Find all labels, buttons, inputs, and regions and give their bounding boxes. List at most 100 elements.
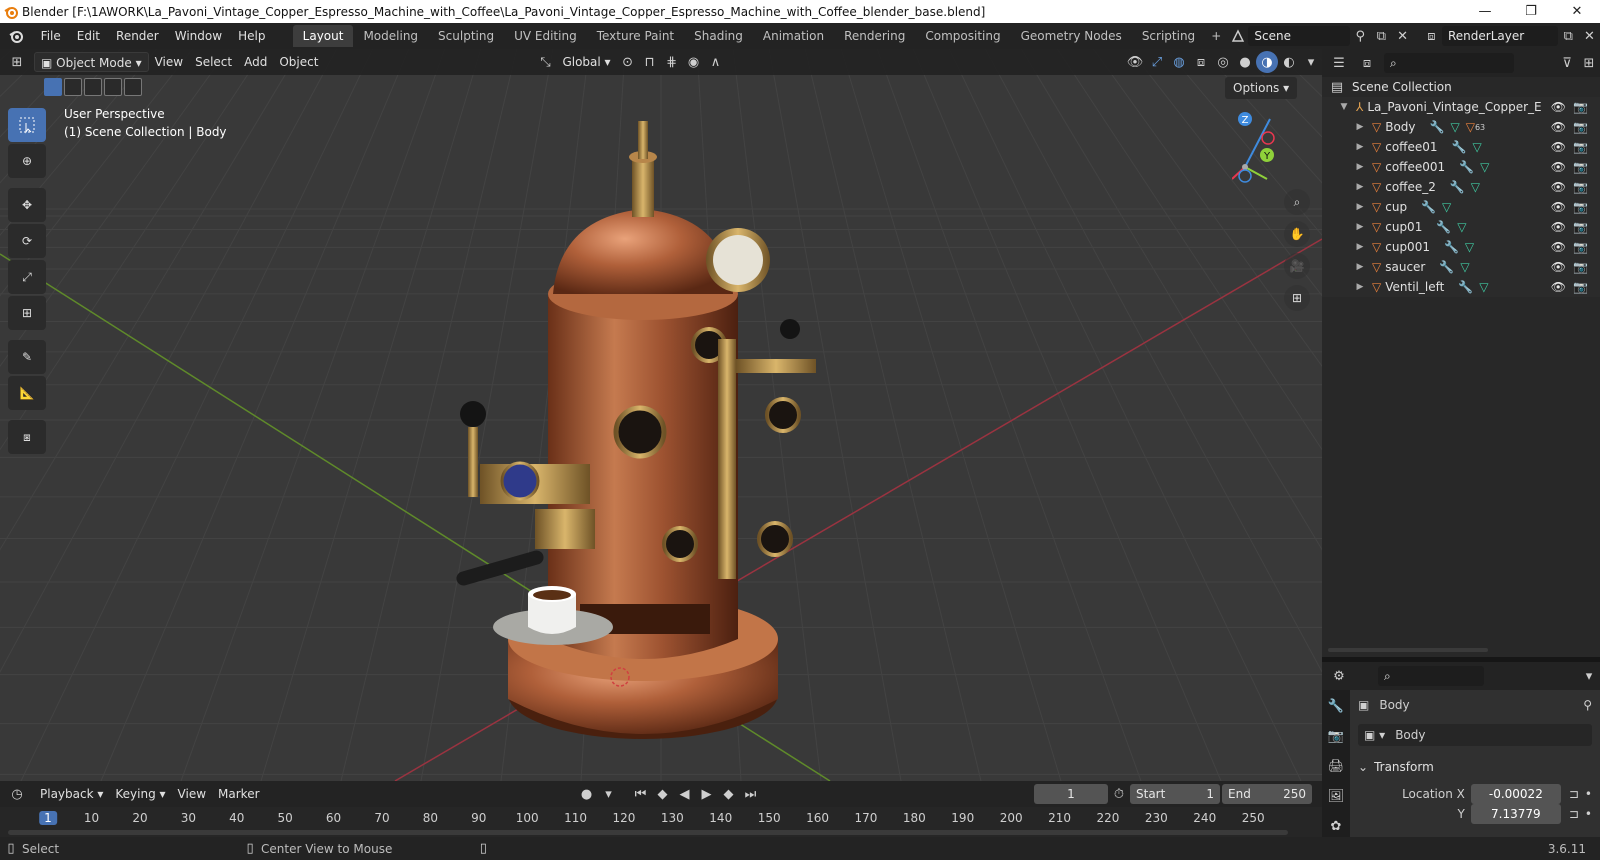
menu-edit[interactable]: Edit <box>69 23 108 49</box>
new-layer-icon[interactable]: ⧉ <box>1558 25 1579 47</box>
close-button[interactable]: ✕ <box>1554 0 1600 23</box>
outliner-item[interactable]: ▶ ▽ Ventil_left 🔧 ▽ 👁 📷 <box>1322 277 1600 297</box>
proportional-edit-icon[interactable]: ◉ <box>683 51 705 73</box>
prev-keyframe-icon[interactable]: ◆ <box>652 783 674 805</box>
eye-icon[interactable]: 👁 <box>1551 200 1566 214</box>
record-icon[interactable]: ● <box>576 783 598 805</box>
snap-icon[interactable]: ⊓ <box>639 51 661 73</box>
start-frame-field[interactable]: Start 1 <box>1130 784 1220 804</box>
filter-icon[interactable]: ⊽ <box>1556 52 1578 74</box>
maximize-button[interactable]: ❐ <box>1508 0 1554 23</box>
eye-icon[interactable]: 👁 <box>1551 240 1566 254</box>
outliner-editor-icon[interactable]: ☰ <box>1322 52 1356 74</box>
next-keyframe-icon[interactable]: ◆ <box>718 783 740 805</box>
keying-set-icon[interactable]: ▾ <box>598 783 620 805</box>
camera-view-icon[interactable]: 🎥 <box>1284 253 1310 279</box>
menu-window[interactable]: Window <box>167 23 230 49</box>
chevron-right-icon[interactable]: ▶ <box>1354 242 1366 252</box>
camera-icon[interactable]: 📷 <box>1573 200 1588 214</box>
display-mode-icon[interactable]: ⧈ <box>1356 52 1378 74</box>
pan-hand-icon[interactable]: ✋ <box>1284 221 1310 247</box>
mesh-data-icon[interactable]: ▽ <box>1479 280 1488 294</box>
mesh-data-icon[interactable]: ▽ <box>1460 260 1469 274</box>
eye-icon[interactable]: 👁 <box>1551 220 1566 234</box>
menu-view[interactable]: View <box>149 52 189 72</box>
menu-timeline-view[interactable]: View <box>172 784 212 804</box>
timeline-ruler[interactable]: 1 10 20 30 40 50 60 70 80 90 100 110 120 130 140 150 160… <box>0 807 1322 837</box>
add-workspace-button[interactable]: + <box>1205 25 1227 47</box>
blender-menu-icon[interactable] <box>0 25 33 47</box>
lock-icon[interactable]: ⊐ <box>1569 787 1579 801</box>
rotate-tool-icon[interactable]: ⟳ <box>8 224 46 258</box>
keyframe-dot-icon[interactable]: • <box>1585 787 1592 801</box>
eye-icon[interactable]: 👁 <box>1551 180 1566 194</box>
menu-marker[interactable]: Marker <box>212 784 265 804</box>
solid-shading-icon[interactable]: ● <box>1234 51 1256 73</box>
render-tab-icon[interactable]: 📷 <box>1325 726 1347 748</box>
camera-icon[interactable]: 📷 <box>1573 140 1588 154</box>
outliner-scrollbar[interactable] <box>1328 648 1488 652</box>
modifier-wrench-icon[interactable]: 🔧 <box>1439 260 1454 274</box>
properties-editor-icon[interactable]: ⚙ <box>1322 665 1356 687</box>
measure-tool-icon[interactable]: 📐 <box>8 376 46 410</box>
play-icon[interactable]: ▶ <box>696 783 718 805</box>
chevron-right-icon[interactable]: ▶ <box>1354 182 1366 192</box>
menu-add[interactable]: Add <box>238 52 273 72</box>
eye-icon[interactable]: 👁 <box>1551 260 1566 274</box>
navigation-gizmo[interactable]: Z Y <box>1232 109 1312 189</box>
tab-layout[interactable]: Layout <box>292 25 354 47</box>
chevron-right-icon[interactable]: ▶ <box>1354 222 1366 232</box>
camera-icon[interactable]: 📷 <box>1573 160 1588 174</box>
timeline-scrollbar[interactable] <box>8 830 1288 835</box>
modifier-wrench-icon[interactable]: 🔧 <box>1450 180 1465 194</box>
tab-uv-editing[interactable]: UV Editing <box>504 25 587 47</box>
camera-icon[interactable]: 📷 <box>1573 220 1588 234</box>
wireframe-shading-icon[interactable]: ◎ <box>1212 51 1234 73</box>
pivot-icon[interactable]: ⊙ <box>617 51 639 73</box>
keyframe-dot-icon[interactable]: • <box>1585 807 1592 821</box>
menu-keying[interactable]: Keying ▾ <box>109 784 171 804</box>
jump-start-icon[interactable]: ⏮ <box>630 783 652 805</box>
tab-texture-paint[interactable]: Texture Paint <box>587 25 684 47</box>
transform-orientation-dropdown[interactable]: Global ▾ <box>556 52 616 72</box>
select-invert-icon[interactable] <box>104 78 122 96</box>
outliner-search-input[interactable]: ⌕ <box>1384 53 1514 73</box>
annotate-tool-icon[interactable]: ✎ <box>8 340 46 374</box>
chevron-right-icon[interactable]: ▶ <box>1354 262 1366 272</box>
view-layer-tab-icon[interactable]: 🖼 <box>1325 785 1347 807</box>
modifier-wrench-icon[interactable]: 🔧 <box>1421 200 1436 214</box>
location-x-field[interactable]: -0.00022 <box>1470 784 1561 804</box>
tab-rendering[interactable]: Rendering <box>834 25 915 47</box>
new-scene-icon[interactable]: ⧉ <box>1371 25 1392 47</box>
transform-tool-icon[interactable]: ⊞ <box>8 296 46 330</box>
modifier-wrench-icon[interactable]: 🔧 <box>1451 140 1466 154</box>
tab-compositing[interactable]: Compositing <box>915 25 1010 47</box>
outliner-item[interactable]: ▶ ▽ Body 🔧 ▽ ▽ 63 👁 📷 <box>1322 117 1600 137</box>
mesh-data-icon[interactable]: ▽ <box>1471 180 1480 194</box>
xray-toggle-icon[interactable]: ⧈ <box>1190 51 1212 73</box>
lock-icon[interactable]: ⊐ <box>1569 807 1579 821</box>
outliner-scene-collection[interactable]: ▤ Scene Collection <box>1322 77 1600 97</box>
material-shading-icon[interactable]: ◑ <box>1256 51 1278 73</box>
modifier-wrench-icon[interactable]: 🔧 <box>1444 240 1459 254</box>
camera-icon[interactable]: 📷 <box>1573 120 1588 134</box>
outliner-item[interactable]: ▶ ▽ coffee01 🔧 ▽ 👁 📷 <box>1322 137 1600 157</box>
timeline-editor-icon[interactable]: ◷ <box>0 783 34 805</box>
mesh-data-icon[interactable]: ▽ <box>1465 240 1474 254</box>
properties-search-input[interactable]: ⌕ <box>1378 666 1484 686</box>
chevron-right-icon[interactable]: ▶ <box>1354 202 1366 212</box>
location-y-field[interactable]: 7.13779 <box>1470 804 1561 824</box>
outliner-item[interactable]: ▶ ▽ saucer 🔧 ▽ 👁 📷 <box>1322 257 1600 277</box>
menu-file[interactable]: File <box>33 23 69 49</box>
select-intersect-icon[interactable] <box>124 78 142 96</box>
play-reverse-icon[interactable]: ◀ <box>674 783 696 805</box>
render-layer-field[interactable]: RenderLayer <box>1441 26 1558 46</box>
tab-geometry-nodes[interactable]: Geometry Nodes <box>1011 25 1132 47</box>
eye-icon[interactable]: 👁 <box>1551 280 1566 294</box>
tab-shading[interactable]: Shading <box>684 25 753 47</box>
tab-modeling[interactable]: Modeling <box>353 25 428 47</box>
pin-icon[interactable]: ⚲ <box>1350 25 1371 47</box>
cursor-tool-icon[interactable]: ⊕ <box>8 144 46 178</box>
select-box-tool-icon[interactable] <box>8 108 46 142</box>
eye-icon[interactable]: 👁 <box>1551 140 1566 154</box>
